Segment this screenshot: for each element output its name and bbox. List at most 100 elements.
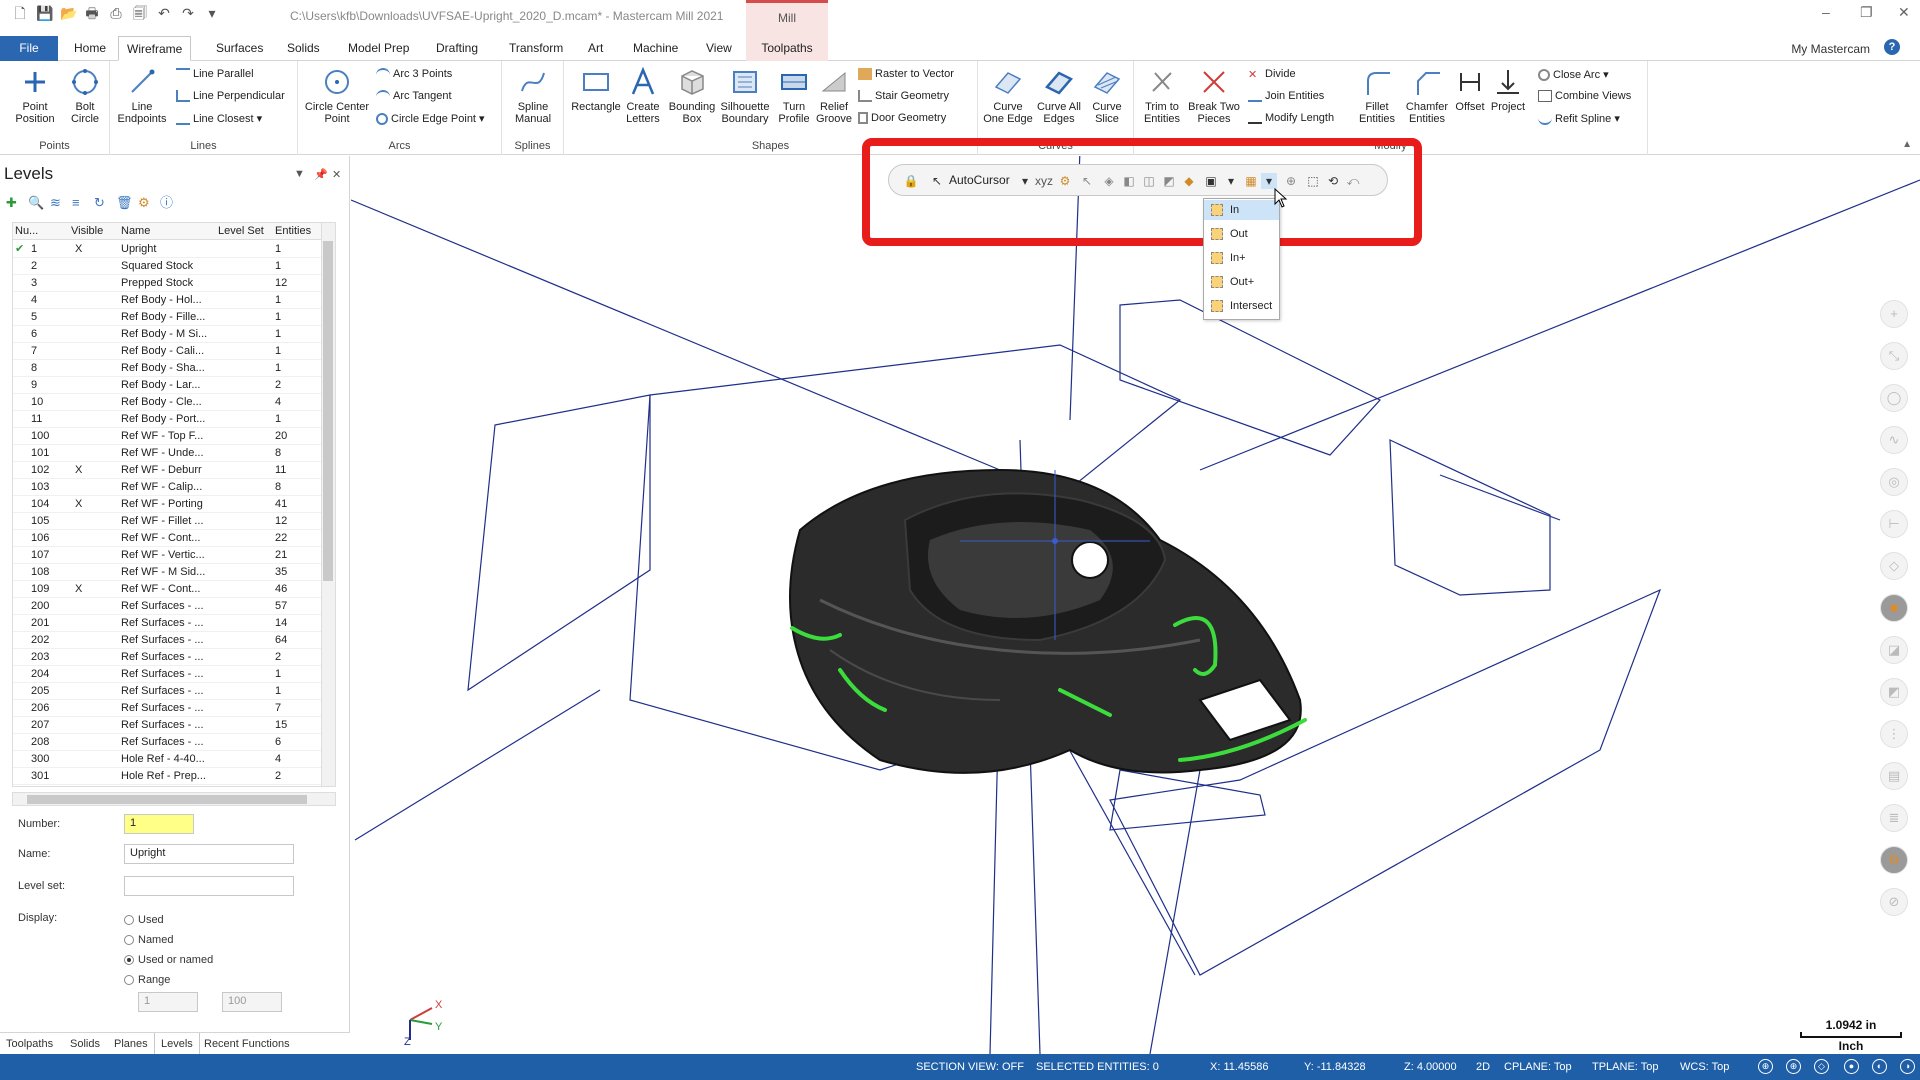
levels-horizontal-scrollbar[interactable] — [12, 792, 336, 806]
tab-file[interactable]: File — [0, 36, 58, 61]
customize-icon[interactable]: ▾ — [204, 5, 220, 21]
new-file-icon[interactable]: 🗋 — [12, 5, 28, 21]
break-two-pieces-button[interactable]: Break Two Pieces — [1188, 67, 1240, 125]
level-row[interactable]: 107 Ref WF - Vertic... 21 — [13, 547, 323, 564]
dropdown-item-intersect[interactable]: Intersect — [1204, 296, 1279, 316]
join-entities-button[interactable]: Join Entities — [1248, 90, 1324, 103]
level-row[interactable]: 8 Ref Body - Sha... 1 — [13, 360, 323, 377]
level-visible-cell[interactable]: X — [75, 241, 82, 258]
turn-profile-button[interactable]: Turn Profile — [774, 67, 814, 125]
tab-surfaces[interactable]: Surfaces — [208, 36, 271, 61]
line-endpoints-button[interactable]: Line Endpoints — [116, 67, 168, 125]
tab-drafting[interactable]: Drafting — [428, 36, 486, 61]
combine-views-button[interactable]: Combine Views — [1538, 90, 1631, 103]
close-arc-button[interactable]: Close Arc ▾ — [1538, 68, 1609, 82]
level-row[interactable]: 105 Ref WF - Fillet ... 12 — [13, 513, 323, 530]
line-perpendicular-button[interactable]: Line Perpendicular — [176, 90, 285, 103]
rectangle-button[interactable]: Rectangle — [570, 67, 622, 113]
close-icon[interactable]: ✕ — [1898, 4, 1910, 21]
tab-view[interactable]: View — [698, 36, 740, 61]
layers-icon[interactable]: ≋ — [50, 196, 64, 210]
cancel-view-icon[interactable]: ⊘ — [1880, 888, 1908, 916]
level-row[interactable]: 100 Ref WF - Top F... 20 — [13, 428, 323, 445]
panel-tab-solids[interactable]: Solids — [64, 1033, 106, 1055]
level-row[interactable]: 5 Ref Body - Fille... 1 — [13, 309, 323, 326]
refit-spline-button[interactable]: Refit Spline ▾ — [1538, 112, 1620, 126]
levels-help-icon[interactable]: ⓘ — [160, 196, 174, 210]
levels-horizontal-scroll-thumb[interactable] — [27, 795, 307, 804]
tab-solids[interactable]: Solids — [279, 36, 328, 61]
relief-groove-button[interactable]: Relief Groove — [814, 67, 854, 125]
range-to-field[interactable]: 100 — [222, 992, 282, 1012]
restore-icon[interactable]: ❐ — [1860, 4, 1873, 21]
tab-transform[interactable]: Transform — [501, 36, 571, 61]
level-row[interactable]: 300 Hole Ref - 4-40... 4 — [13, 751, 323, 768]
level-row[interactable]: 208 Ref Surfaces - ... 6 — [13, 734, 323, 751]
level-row[interactable]: 204 Ref Surfaces - ... 1 — [13, 666, 323, 683]
chamfer-entities-button[interactable]: Chamfer Entities — [1402, 67, 1452, 125]
dropdown-item-out[interactable]: Out — [1204, 224, 1279, 244]
collapse-ribbon-icon[interactable]: ▲ — [1902, 139, 1912, 150]
help-icon[interactable]: ? — [1884, 39, 1900, 55]
cplane-status[interactable]: CPLANE: Top — [1504, 1061, 1572, 1073]
display-named-radio[interactable]: Named — [124, 934, 173, 946]
stack-icon[interactable]: ≣ — [1880, 804, 1908, 832]
panel-tab-planes[interactable]: Planes — [108, 1033, 154, 1055]
globe-icon[interactable]: ⊕ — [1758, 1059, 1773, 1074]
level-row[interactable]: 3 Prepped Stock 12 — [13, 275, 323, 292]
level-row[interactable]: 202 Ref Surfaces - ... 64 — [13, 632, 323, 649]
panel-tab-levels[interactable]: Levels — [154, 1033, 200, 1055]
panel-tab-recent-functions[interactable]: Recent Functions — [198, 1033, 296, 1055]
find-level-icon[interactable]: 🔍 — [28, 196, 44, 210]
print-icon[interactable]: 🖶 — [84, 5, 100, 21]
level-row[interactable]: 4 Ref Body - Hol... 1 — [13, 292, 323, 309]
tplane-status[interactable]: TPLANE: Top — [1592, 1061, 1658, 1073]
circle-edge-point-button[interactable]: Circle Edge Point ▾ — [376, 112, 485, 126]
bounding-box-button[interactable]: Bounding Box — [668, 67, 716, 125]
fit-icon[interactable]: ⤡ — [1880, 342, 1908, 370]
level-row[interactable]: 106 Ref WF - Cont... 22 — [13, 530, 323, 547]
shading-icon[interactable]: ● — [1844, 1059, 1859, 1074]
minimize-icon[interactable]: – — [1822, 4, 1830, 20]
tab-model-prep[interactable]: Model Prep — [340, 36, 417, 61]
view-cube-icon[interactable]: ◇ — [1814, 1059, 1829, 1074]
level-row[interactable]: 10 Ref Body - Cle... 4 — [13, 394, 323, 411]
level-row[interactable]: 200 Ref Surfaces - ... 57 — [13, 598, 323, 615]
display-used-or-named-radio[interactable]: Used or named — [124, 954, 213, 966]
stair-geometry-button[interactable]: Stair Geometry — [858, 90, 949, 103]
level-row[interactable]: 9 Ref Body - Lar... 2 — [13, 377, 323, 394]
curve-one-edge-button[interactable]: Curve One Edge — [982, 67, 1034, 125]
undo-icon[interactable]: ↶ — [156, 5, 172, 21]
display-used-radio[interactable]: Used — [124, 914, 164, 926]
level-row[interactable]: 206 Ref Surfaces - ... 7 — [13, 700, 323, 717]
arc-tangent-button[interactable]: Arc Tangent — [376, 90, 452, 102]
level-row[interactable]: 11 Ref Body - Port... 1 — [13, 411, 323, 428]
section-view-status[interactable]: SECTION VIEW: OFF — [916, 1061, 1024, 1073]
column-level-set[interactable]: Level Set — [218, 223, 264, 240]
tab-home[interactable]: Home — [66, 36, 114, 61]
tab-art[interactable]: Art — [580, 36, 611, 61]
tab-wireframe[interactable]: Wireframe — [118, 36, 192, 61]
level-row[interactable]: 207 Ref Surfaces - ... 15 — [13, 717, 323, 734]
dropdown-item-in[interactable]: In — [1204, 200, 1279, 220]
curve-view-icon[interactable]: ∿ — [1880, 426, 1908, 454]
range-from-field[interactable]: 1 — [138, 992, 198, 1012]
panel-menu-icon[interactable]: ▼ — [294, 168, 305, 180]
grid-icon[interactable]: ▤ — [1880, 762, 1908, 790]
dropdown-item-out-plus[interactable]: Out+ — [1204, 272, 1279, 292]
level-row[interactable]: 205 Ref Surfaces - ... 1 — [13, 683, 323, 700]
silhouette-boundary-button[interactable]: Silhouette Boundary — [718, 67, 772, 125]
wcs-status[interactable]: WCS: Top — [1680, 1061, 1729, 1073]
number-field[interactable]: 1 — [124, 814, 194, 834]
level-set-field[interactable] — [124, 876, 294, 896]
material-icon[interactable]: ◐ — [1872, 1059, 1887, 1074]
column-name[interactable]: Name — [121, 223, 150, 240]
offset-button[interactable]: Offset — [1452, 67, 1488, 113]
level-visible-cell[interactable]: X — [75, 462, 82, 479]
level-row[interactable]: 102 X Ref WF - Deburr 11 — [13, 462, 323, 479]
rotate-icon[interactable]: ◯ — [1880, 384, 1908, 412]
color-view-icon[interactable]: ◩ — [1880, 678, 1908, 706]
level-row[interactable]: 7 Ref Body - Cali... 1 — [13, 343, 323, 360]
level-row[interactable]: 108 Ref WF - M Sid... 35 — [13, 564, 323, 581]
panel-close-icon[interactable]: ✕ — [332, 168, 341, 181]
